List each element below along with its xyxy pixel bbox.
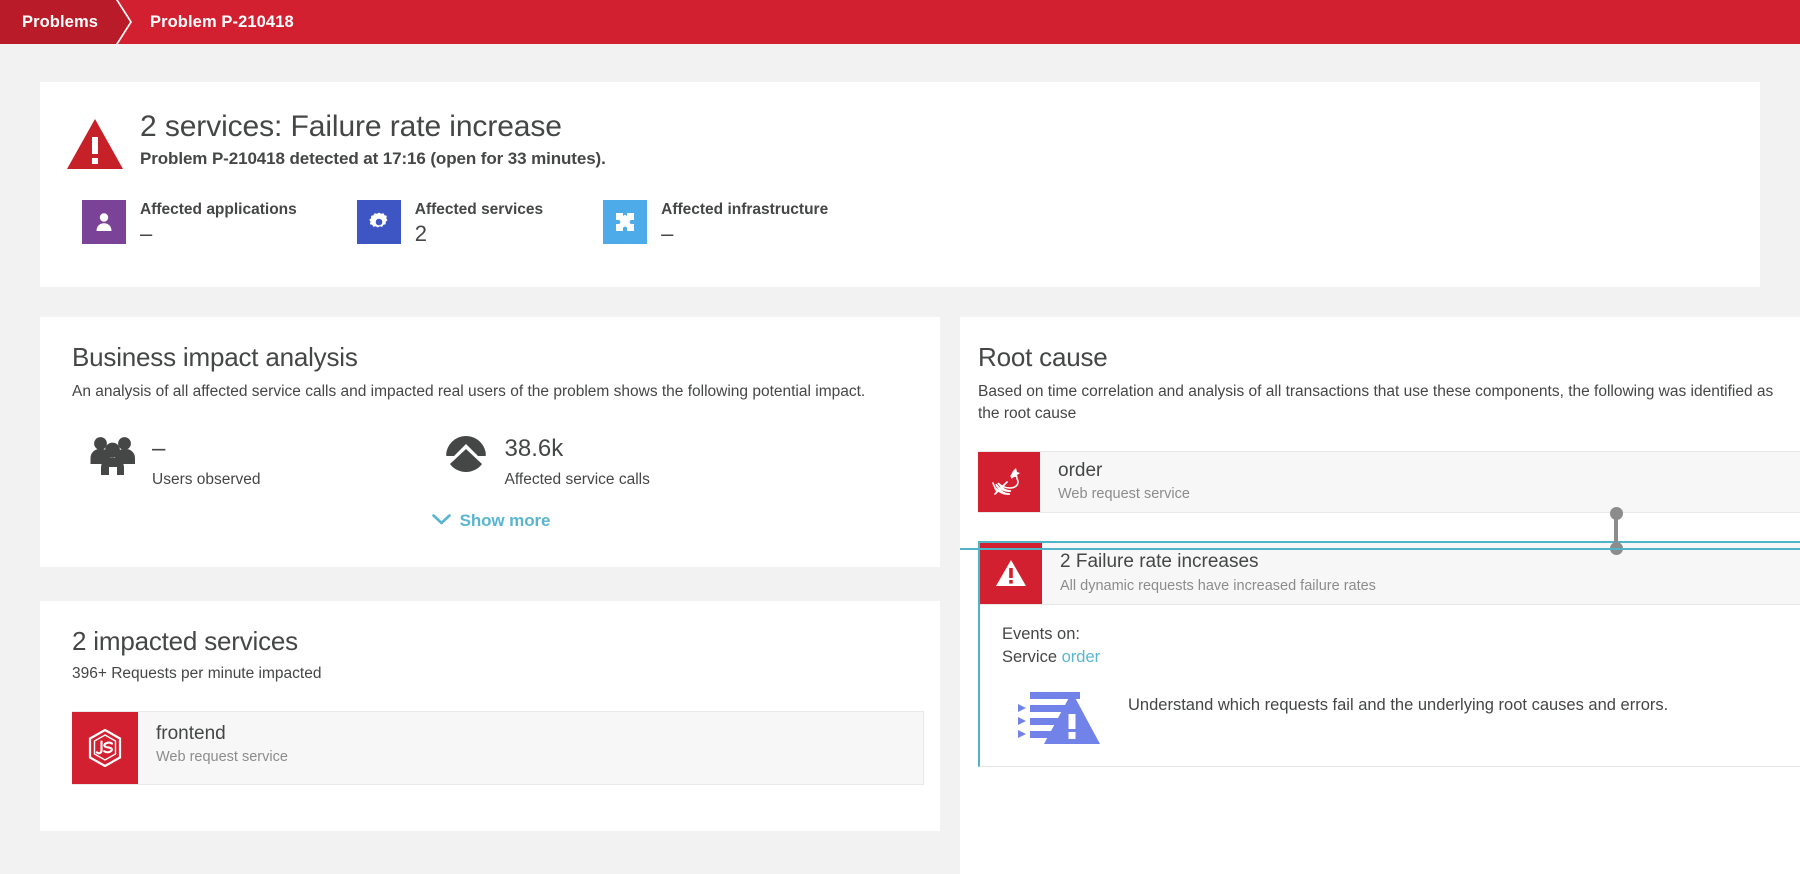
breadcrumb: Problems Problem P-210418 [0, 0, 1800, 44]
impacted-services-subtitle: 396+ Requests per minute impacted [72, 665, 910, 683]
root-cause-entity[interactable]: order Web request service [978, 451, 1800, 513]
breadcrumb-current-label: Problem P-210418 [150, 13, 294, 32]
root-cause-event-header[interactable]: 2 Failure rate increases All dynamic req… [980, 543, 1800, 605]
service-type: Web request service [156, 749, 288, 765]
events-on-block: Events on: Service order [1002, 623, 1800, 670]
page-body: 2 services: Failure rate increase Proble… [0, 44, 1800, 874]
problem-detected-text: Problem P-210418 detected at 17:16 (open… [140, 149, 606, 169]
breadcrumb-item-problems[interactable]: Problems [0, 0, 116, 44]
events-on-label: Events on: [1002, 623, 1800, 646]
users-group-icon [90, 433, 136, 477]
page-title: 2 services: Failure rate increase [140, 110, 606, 144]
root-cause-entity-type: Web request service [1058, 486, 1190, 502]
affected-services-label: Affected services [415, 200, 543, 219]
breadcrumb-parent-label: Problems [22, 13, 98, 32]
problem-summary-card: 2 services: Failure rate increase Proble… [40, 82, 1760, 287]
affected-applications[interactable]: Affected applications – [82, 200, 297, 248]
connector-dot-top [1610, 507, 1623, 520]
affected-services-value: 2 [415, 221, 543, 247]
impacted-services-card: 2 impacted services 396+ Requests per mi… [40, 601, 940, 831]
infrastructure-icon [603, 200, 647, 244]
affected-service-calls-label: Affected service calls [505, 471, 650, 489]
left-column: Business impact analysis An analysis of … [40, 317, 940, 831]
wildfly-icon [978, 452, 1040, 512]
root-cause-event-subtitle: All dynamic requests have increased fail… [1060, 578, 1376, 594]
affected-service-calls-value: 38.6k [505, 433, 650, 461]
business-impact-card: Business impact analysis An analysis of … [40, 317, 940, 567]
affected-applications-label: Affected applications [140, 200, 297, 219]
user-icon [82, 200, 126, 244]
list-item[interactable]: frontend Web request service [72, 711, 924, 785]
show-more-label: Show more [460, 511, 551, 531]
chevron-down-icon [432, 511, 451, 531]
users-observed-label: Users observed [152, 471, 261, 489]
affected-infrastructure-value: – [661, 221, 828, 247]
affected-services[interactable]: Affected services 2 [357, 200, 543, 248]
root-cause-title: Root cause [978, 343, 1780, 373]
warning-triangle-icon [66, 116, 124, 174]
business-impact-title: Business impact analysis [72, 343, 910, 373]
warning-triangle-icon [980, 543, 1042, 604]
gear-icon [357, 200, 401, 244]
problem-summary-header: 2 services: Failure rate increase Proble… [66, 110, 1760, 174]
affected-infrastructure-label: Affected infrastructure [661, 200, 828, 219]
business-impact-description: An analysis of all affected service call… [72, 381, 910, 403]
service-name: frontend [156, 723, 288, 745]
stat-users-observed: – Users observed [90, 433, 261, 489]
affected-entities-row: Affected applications – Affected service… [66, 200, 1760, 248]
events-on-entity-line: Service order [1002, 646, 1800, 669]
root-cause-entity-name: order [1058, 460, 1190, 482]
show-more-button[interactable]: Show more [432, 511, 551, 531]
affected-applications-value: – [140, 221, 297, 247]
nodejs-icon [72, 712, 138, 784]
events-on-prefix: Service [1002, 648, 1057, 666]
root-cause-hint-text: Understand which requests fail and the u… [1128, 688, 1668, 717]
events-on-entity-link[interactable]: order [1062, 648, 1101, 666]
root-cause-event-card: 2 Failure rate increases All dynamic req… [978, 541, 1800, 767]
impacted-services-title: 2 impacted services [72, 627, 910, 657]
root-cause-hint: Understand which requests fail and the u… [1002, 688, 1800, 750]
root-cause-event-title: 2 Failure rate increases [1060, 551, 1376, 574]
right-column: Root cause Based on time correlation and… [960, 317, 1800, 874]
root-cause-card: Root cause Based on time correlation and… [960, 317, 1800, 874]
breadcrumb-separator-icon [116, 0, 142, 44]
breadcrumb-item-current[interactable]: Problem P-210418 [142, 0, 312, 44]
service-calls-icon [443, 433, 489, 477]
connector-teal-line-top [960, 548, 1800, 550]
users-observed-value: – [152, 433, 261, 461]
root-cause-description: Based on time correlation and analysis o… [978, 381, 1780, 425]
affected-infrastructure[interactable]: Affected infrastructure – [603, 200, 828, 248]
business-impact-stats: – Users observed [72, 433, 910, 489]
failure-analysis-icon [1016, 688, 1104, 750]
stat-affected-service-calls: 38.6k Affected service calls [443, 433, 650, 489]
